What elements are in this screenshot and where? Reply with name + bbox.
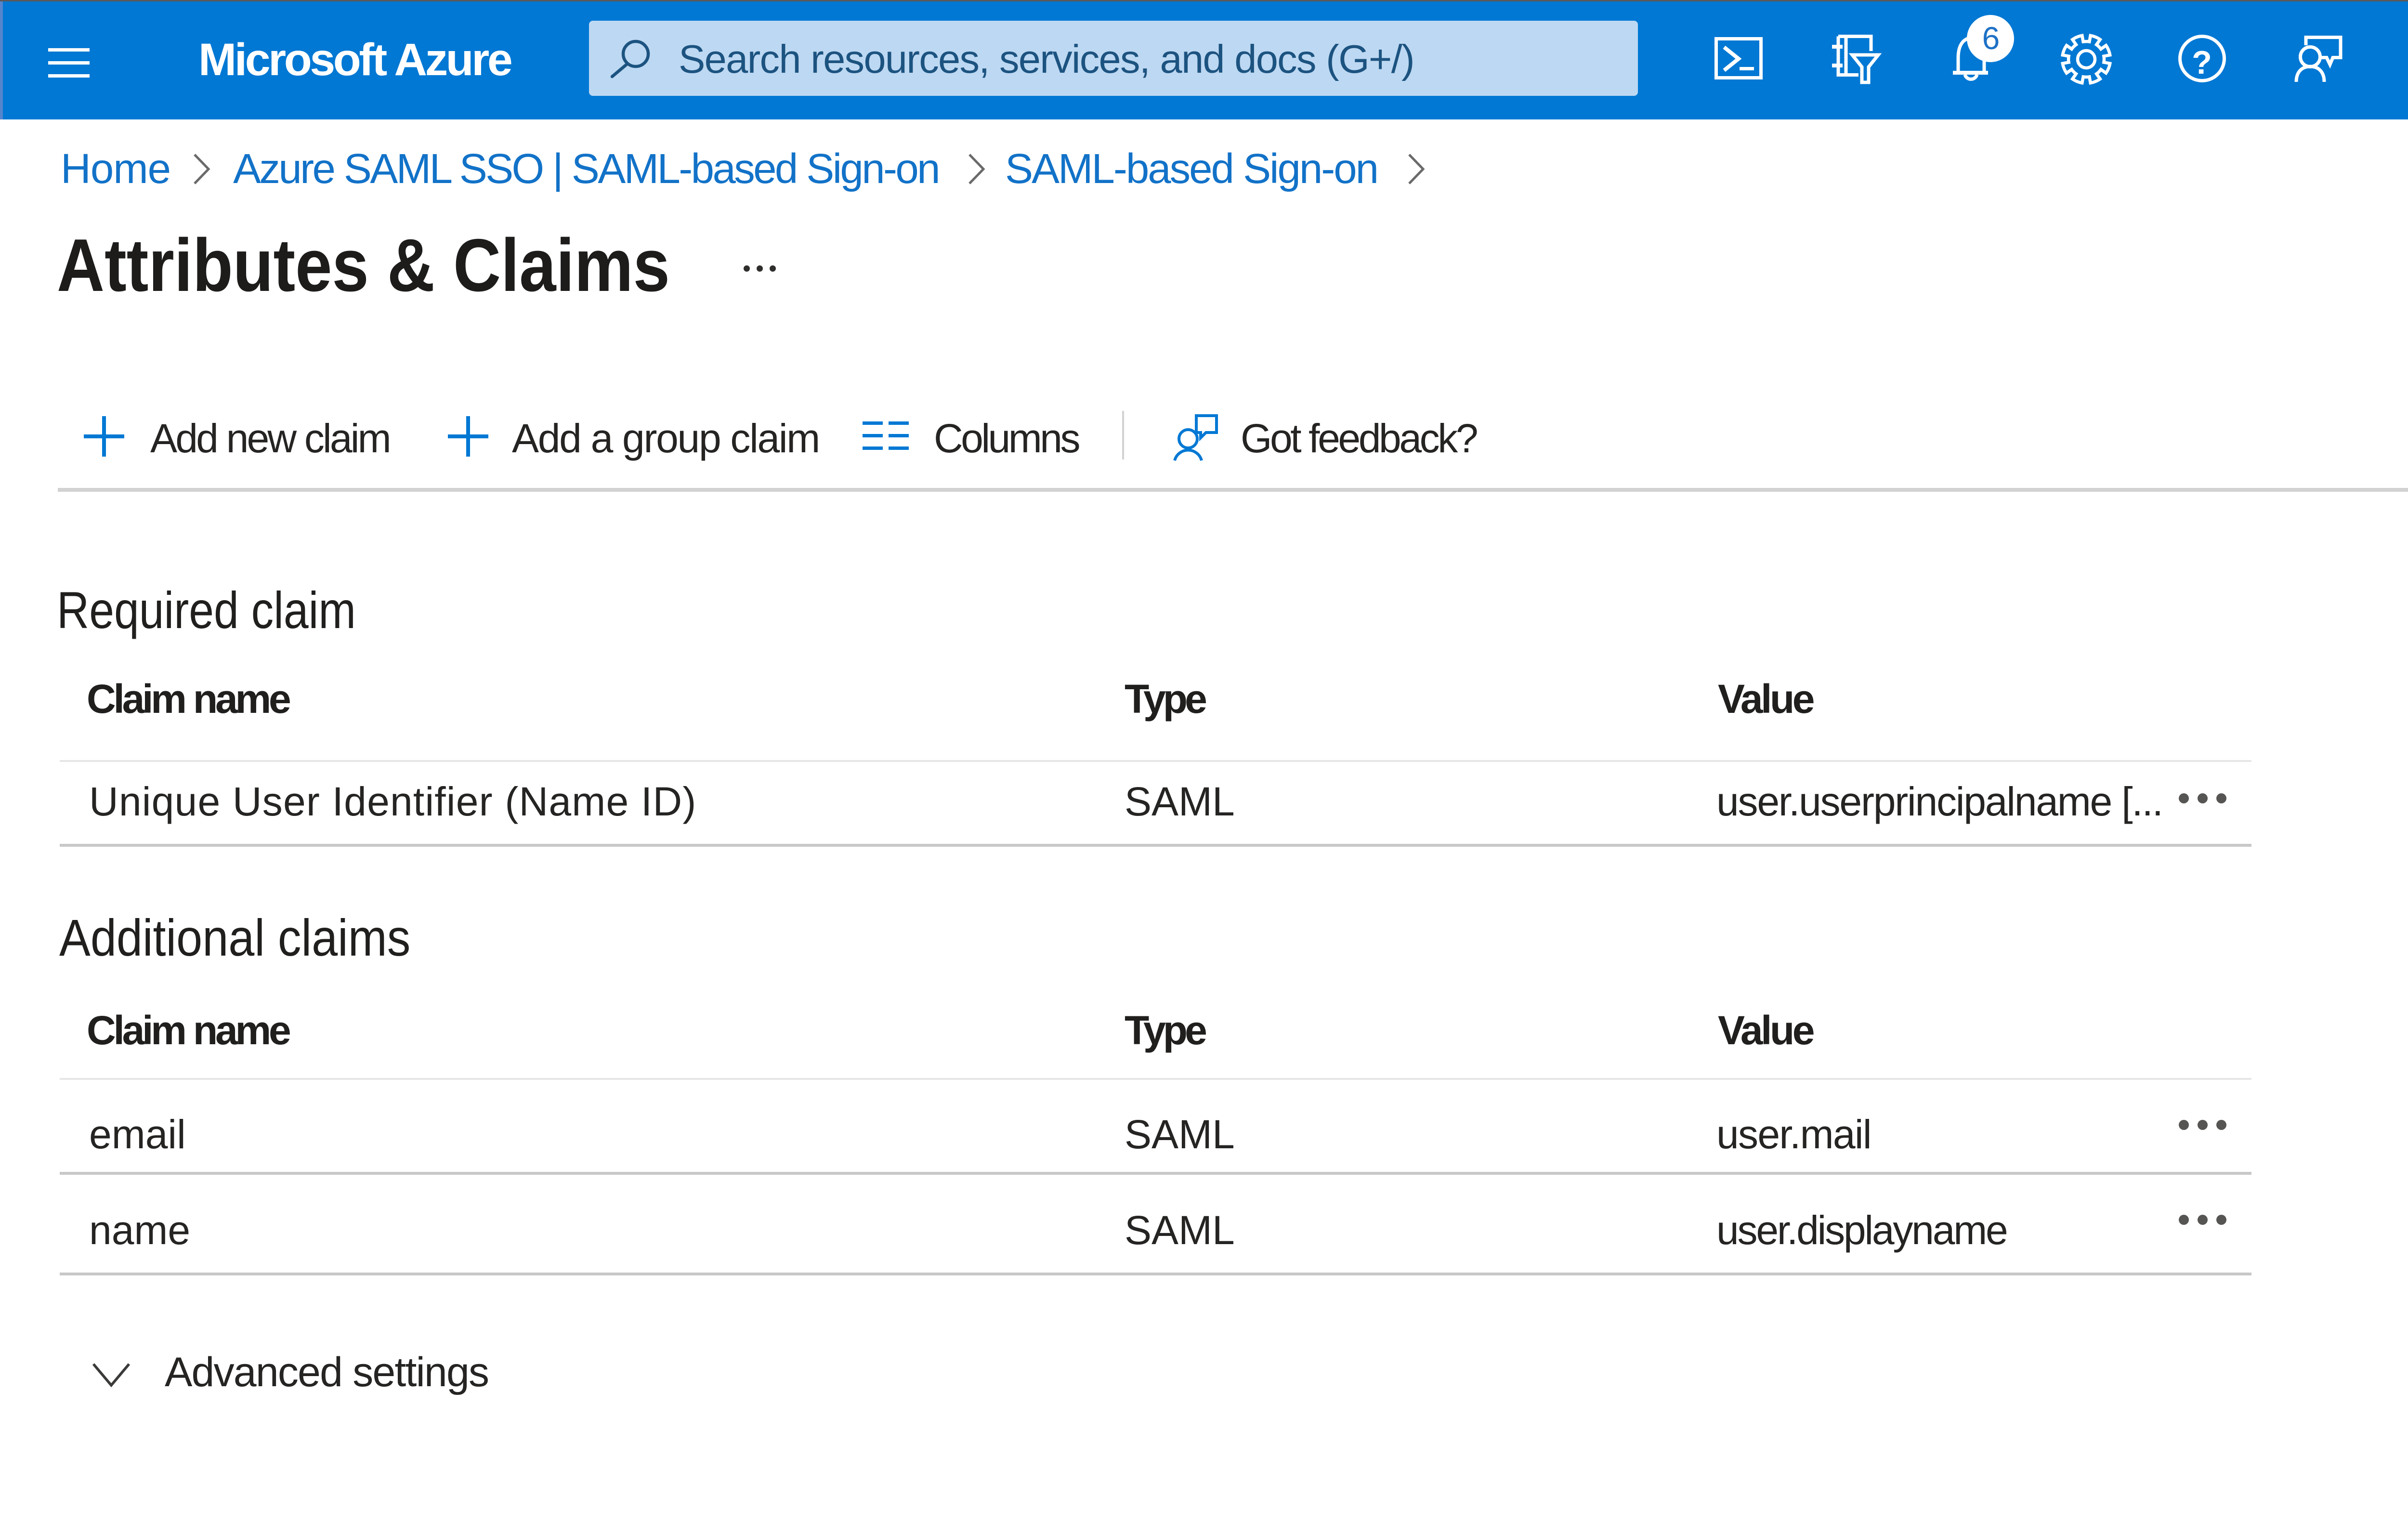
svg-text:?: ?: [2192, 44, 2212, 81]
svg-text:6: 6: [1982, 20, 2000, 56]
